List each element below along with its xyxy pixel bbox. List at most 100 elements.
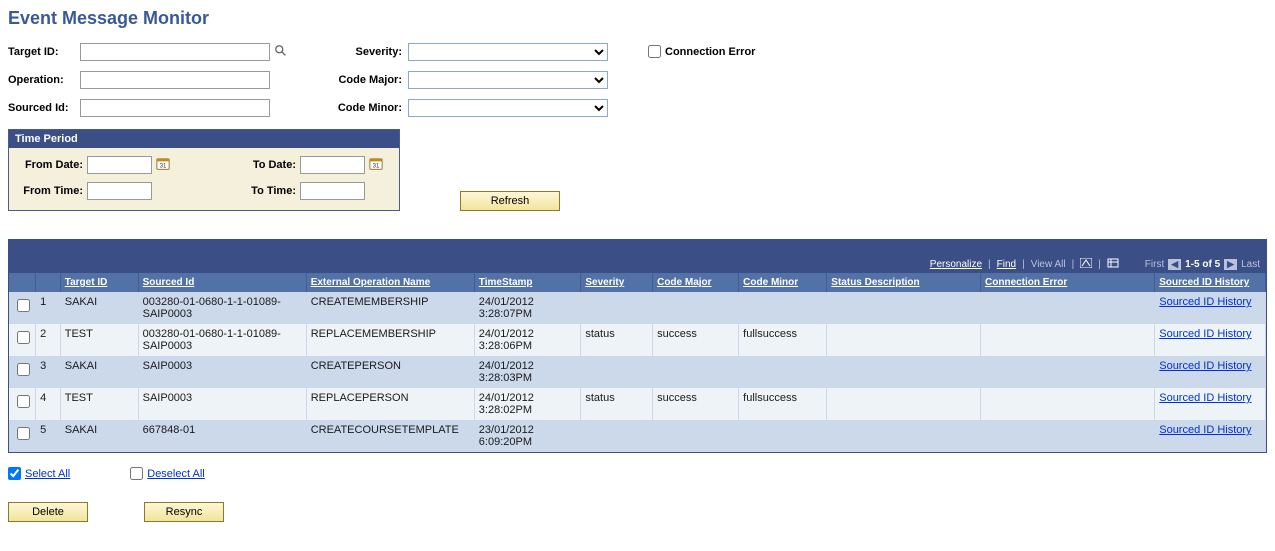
row-checkbox[interactable] (17, 427, 30, 440)
history-link[interactable]: Sourced ID History (1159, 360, 1251, 372)
cell-min: fullsuccess (739, 324, 827, 356)
col-severity[interactable]: Severity (581, 273, 653, 292)
from-time-label: From Time: (17, 185, 87, 197)
personalize-link[interactable]: Personalize (930, 259, 982, 270)
col-conn-err[interactable]: Connection Error (981, 273, 1155, 292)
sourced-id-input[interactable] (80, 99, 270, 117)
col-sourced[interactable]: Sourced Id (138, 273, 306, 292)
code-minor-select[interactable] (408, 99, 608, 117)
cell-min (739, 420, 827, 452)
row-checkbox[interactable] (17, 395, 30, 408)
cell-maj (653, 292, 739, 324)
cell-desc (827, 420, 981, 452)
severity-select[interactable] (408, 43, 608, 61)
row-checkbox[interactable] (17, 363, 30, 376)
cell-sev: status (581, 388, 653, 420)
cell-err (981, 324, 1155, 356)
zoom-icon[interactable] (1080, 258, 1092, 271)
cell-op: REPLACEMEMBERSHIP (306, 324, 474, 356)
cell-min (739, 292, 827, 324)
to-time-input[interactable] (300, 182, 365, 200)
cell-sev (581, 356, 653, 388)
calendar-icon[interactable]: 31 (156, 157, 170, 174)
filters-region: Target ID: Operation: Sourced Id: Severi… (8, 43, 1267, 117)
cell-target: SAKAI (60, 420, 138, 452)
cell-err (981, 356, 1155, 388)
table-row: 3SAKAISAIP0003CREATEPERSON24/01/2012 3:2… (9, 356, 1266, 388)
prev-icon[interactable]: ◀ (1168, 259, 1181, 270)
from-time-input[interactable] (87, 182, 152, 200)
code-major-label: Code Major: (328, 74, 408, 86)
cell-target: TEST (60, 324, 138, 356)
col-history[interactable]: Sourced ID History (1155, 273, 1266, 292)
cell-ts: 24/01/2012 3:28:06PM (474, 324, 581, 356)
target-id-label: Target ID: (8, 46, 80, 58)
select-all-checkbox[interactable] (8, 467, 21, 480)
history-link[interactable]: Sourced ID History (1159, 296, 1251, 308)
col-timestamp[interactable]: TimeStamp (474, 273, 581, 292)
row-checkbox[interactable] (17, 331, 30, 344)
download-icon[interactable] (1107, 258, 1119, 271)
deselect-all-link[interactable]: Deselect All (130, 467, 204, 480)
cell-sev: status (581, 324, 653, 356)
row-num: 3 (36, 356, 61, 388)
col-ext-op[interactable]: External Operation Name (306, 273, 474, 292)
col-status-desc[interactable]: Status Description (827, 273, 981, 292)
cell-op: CREATECOURSETEMPLATE (306, 420, 474, 452)
calendar-icon[interactable]: 31 (369, 157, 383, 174)
target-id-input[interactable] (80, 43, 270, 61)
cell-sourced: 003280-01-0680-1-1-01089-SAIP0003 (138, 324, 306, 356)
select-all-link[interactable]: Select All (8, 467, 70, 480)
col-code-major[interactable]: Code Major (653, 273, 739, 292)
cell-maj: success (653, 388, 739, 420)
row-num: 5 (36, 420, 61, 452)
severity-label: Severity: (328, 46, 408, 58)
cell-desc (827, 292, 981, 324)
table-row: 5SAKAI667848-01CREATECOURSETEMPLATE23/01… (9, 420, 1266, 452)
cell-sourced: 667848-01 (138, 420, 306, 452)
last-nav[interactable]: Last (1241, 259, 1260, 270)
range-text: 1-5 of 5 (1185, 259, 1220, 270)
cell-op: CREATEPERSON (306, 356, 474, 388)
connection-error-checkbox[interactable] (648, 45, 661, 58)
to-date-label: To Date: (240, 159, 300, 171)
col-rownum (36, 273, 61, 292)
resync-button[interactable]: Resync (144, 502, 224, 522)
deselect-all-checkbox[interactable] (130, 467, 143, 480)
table-row: 4TESTSAIP0003REPLACEPERSON24/01/2012 3:2… (9, 388, 1266, 420)
col-target[interactable]: Target ID (60, 273, 138, 292)
connection-error-wrap[interactable]: Connection Error (648, 45, 755, 58)
to-date-input[interactable] (300, 156, 365, 174)
cell-sev (581, 292, 653, 324)
time-period-header: Time Period (9, 130, 399, 148)
code-major-select[interactable] (408, 71, 608, 89)
to-time-label: To Time: (240, 185, 300, 197)
col-code-minor[interactable]: Code Minor (739, 273, 827, 292)
find-link[interactable]: Find (997, 259, 1016, 270)
row-num: 1 (36, 292, 61, 324)
cell-target: SAKAI (60, 292, 138, 324)
time-period-panel: Time Period From Date: 31 To Date: 31 Fr… (8, 129, 400, 211)
cell-sev (581, 420, 653, 452)
cell-ts: 24/01/2012 3:28:03PM (474, 356, 581, 388)
history-link[interactable]: Sourced ID History (1159, 392, 1251, 404)
from-date-input[interactable] (87, 156, 152, 174)
row-checkbox[interactable] (17, 299, 30, 312)
cell-ts: 23/01/2012 6:09:20PM (474, 420, 581, 452)
history-link[interactable]: Sourced ID History (1159, 424, 1251, 436)
from-date-label: From Date: (17, 159, 87, 171)
operation-input[interactable] (80, 71, 270, 89)
cell-desc (827, 388, 981, 420)
cell-ts: 24/01/2012 3:28:02PM (474, 388, 581, 420)
lookup-icon[interactable] (274, 44, 288, 61)
view-all-link[interactable]: View All (1031, 259, 1066, 270)
grid-toolbar: Personalize| Find| View All| | First ◀ 1… (9, 256, 1266, 273)
cell-ts: 24/01/2012 3:28:07PM (474, 292, 581, 324)
first-nav[interactable]: First (1145, 259, 1164, 270)
col-select (9, 273, 36, 292)
cell-desc (827, 324, 981, 356)
refresh-button[interactable]: Refresh (460, 191, 560, 211)
next-icon[interactable]: ▶ (1224, 259, 1237, 270)
history-link[interactable]: Sourced ID History (1159, 328, 1251, 340)
delete-button[interactable]: Delete (8, 502, 88, 522)
